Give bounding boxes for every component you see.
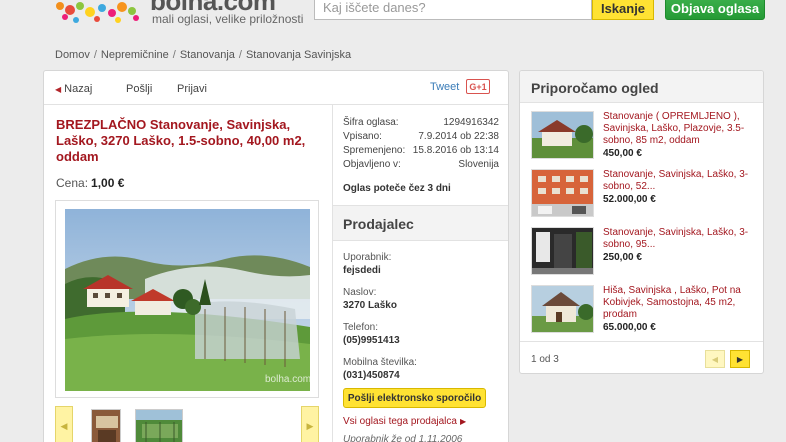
breadcrumb-separator: /: [238, 49, 242, 61]
logo-icon[interactable]: [52, 0, 142, 26]
recommended-thumbnail[interactable]: [531, 285, 594, 333]
price-value: 1,00 €: [91, 176, 125, 190]
thumbnail[interactable]: [91, 409, 121, 442]
post-ad-button[interactable]: Objava oglasa: [665, 0, 765, 20]
main-photo-frame: bolha.com: [55, 200, 319, 398]
pagination-prev-button[interactable]: ◀: [705, 350, 725, 368]
listing-main-column: BREZPLAČNO Stanovanje, Savinjska, Laško,…: [44, 105, 332, 442]
listing-title: BREZPLAČNO Stanovanje, Savinjska, Laško,…: [56, 117, 306, 164]
meta-label: Spremenjeno:: [343, 145, 406, 156]
recommended-item-text[interactable]: Stanovanje, Savinjska, Laško, 3-sobno, 5…: [603, 169, 753, 206]
recommended-header: Priporočamo ogled: [520, 71, 763, 103]
recommended-thumbnail[interactable]: [531, 169, 594, 217]
tweet-button[interactable]: Tweet: [430, 81, 459, 93]
recommended-item-price: 65.000,00 €: [603, 322, 656, 333]
listing-meta: Šifra oglasa: 1294916342 Vpisano: 7.9.2014…: [343, 116, 499, 172]
recommended-item-price: 450,00 €: [603, 148, 642, 159]
recommended-panel: Priporočamo ogled Stanovanje ( OPREMLJEN…: [519, 70, 764, 374]
logo-tagline: mali oglasi, velike priložnosti: [152, 12, 304, 26]
seller-address-label: Naslov:: [343, 287, 377, 298]
listing-price: Cena: 1,00 €: [56, 176, 124, 190]
recommended-item[interactable]: Stanovanje, Savinjska, Laško, 3-sobno, 9…: [531, 227, 761, 277]
listing-toolbar: ◀ Nazaj Pošlji Prijavi Tweet G+1: [44, 71, 508, 105]
breadcrumb-apartments-savinjska[interactable]: Stanovanja Savinjska: [246, 49, 351, 61]
meta-row-published: Objavljeno v: Slovenija: [343, 158, 499, 172]
breadcrumb: Domov / Nepremičnine / Stanovanja / Stanovanja…: [55, 49, 351, 61]
meta-value: 15.8.2016 ob 13:14: [412, 145, 499, 156]
member-since: Uporabnik že od 1.11.2006: [343, 434, 463, 442]
thumbnail[interactable]: [135, 409, 183, 442]
seller-info: Uporabnik: fejsdedi Naslov: 3270 Laško T…: [343, 251, 503, 391]
report-link[interactable]: Prijavi: [177, 83, 207, 95]
recommended-thumbnail[interactable]: [531, 111, 594, 159]
breadcrumb-apartments[interactable]: Stanovanja: [180, 49, 235, 61]
price-label: Cena:: [56, 176, 89, 190]
send-message-button[interactable]: Pošlji elektronsko sporočilo: [343, 388, 486, 408]
pagination-next-button[interactable]: ▶: [730, 350, 750, 368]
thumbnail-strip: ◀ ▶: [55, 406, 319, 442]
site-header: bolha.com mali oglasi, velike priložnost…: [0, 0, 786, 36]
meta-row-id: Šifra oglasa: 1294916342: [343, 116, 499, 130]
seller-phone-label: Telefon:: [343, 322, 379, 333]
recommended-item-price: 250,00 €: [603, 252, 642, 263]
recommended-item[interactable]: Hiša, Savinjska , Laško, Pot na Kobivjek…: [531, 285, 761, 335]
pagination-label: 1 od 3: [531, 354, 559, 365]
search-button[interactable]: Iskanje: [592, 0, 654, 20]
recommended-item-title: Stanovanje, Savinjska, Laško, 3-sobno, 5…: [603, 169, 749, 192]
meta-value: Slovenija: [458, 159, 499, 170]
arrow-right-icon: ▶: [459, 417, 467, 426]
seller-address-value: 3270 Laško: [343, 300, 397, 311]
meta-label: Šifra oglasa:: [343, 117, 399, 128]
thumb-prev-button[interactable]: ◀: [55, 406, 73, 442]
meta-row-created: Vpisano: 7.9.2014 ob 22:38: [343, 130, 499, 144]
breadcrumb-real-estate[interactable]: Nepremičnine: [101, 49, 169, 61]
send-link[interactable]: Pošlji: [126, 83, 152, 95]
listing-panel: ◀ Nazaj Pošlji Prijavi Tweet G+1 BREZPLAČ…: [43, 70, 509, 442]
seller-header: Prodajalec: [333, 205, 508, 241]
seller-mobile-value: (031)450874: [343, 370, 400, 381]
recommended-item-text[interactable]: Hiša, Savinjska , Laško, Pot na Kobivjek…: [603, 285, 753, 334]
recommended-title: Priporočamo ogled: [531, 80, 659, 96]
seller-user-value: fejsdedi: [343, 265, 381, 276]
meta-value: 7.9.2014 ob 22:38: [418, 131, 499, 142]
recommended-thumbnail[interactable]: [531, 227, 594, 275]
search-input[interactable]: [314, 0, 592, 20]
breadcrumb-separator: /: [172, 49, 176, 61]
all-ads-label: Vsi oglasi tega prodajalca: [343, 416, 457, 427]
breadcrumb-home[interactable]: Domov: [55, 49, 90, 61]
meta-label: Objavljeno v:: [343, 159, 401, 170]
recommended-item-title: Stanovanje, Savinjska, Laško, 3-sobno, 9…: [603, 227, 749, 250]
recommended-pagination: 1 od 3 ◀ ▶: [520, 341, 763, 373]
meta-value: 1294916342: [443, 117, 499, 128]
main-photo[interactable]: bolha.com: [65, 209, 310, 391]
recommended-item-title: Stanovanje ( OPREMLJENO ), Savinjska, La…: [603, 111, 745, 146]
meta-row-modified: Spremenjeno: 15.8.2016 ob 13:14: [343, 144, 499, 158]
recommended-item-price: 52.000,00 €: [603, 194, 656, 205]
recommended-item-title: Hiša, Savinjska , Laško, Pot na Kobivjek…: [603, 285, 741, 320]
seller-title: Prodajalec: [343, 216, 414, 232]
breadcrumb-separator: /: [93, 49, 97, 61]
expiry-notice: Oglas poteče čez 3 dni: [343, 183, 451, 194]
back-arrow-icon: ◀: [55, 85, 62, 94]
recommended-item[interactable]: Stanovanje ( OPREMLJENO ), Savinjska, La…: [531, 111, 761, 161]
seller-mobile-label: Mobilna številka:: [343, 357, 417, 368]
seller-user-label: Uporabnik:: [343, 252, 392, 263]
back-link[interactable]: ◀ Nazaj: [55, 83, 92, 95]
all-seller-ads-link[interactable]: Vsi oglasi tega prodajalca ▶: [343, 416, 466, 427]
seller-phone-value: (05)9951413: [343, 335, 400, 346]
recommended-item[interactable]: Stanovanje, Savinjska, Laško, 3-sobno, 5…: [531, 169, 761, 219]
photo-watermark: bolha.com: [265, 374, 310, 385]
listing-side-column: Šifra oglasa: 1294916342 Vpisano: 7.9.2014…: [332, 105, 508, 442]
recommended-item-text[interactable]: Stanovanje, Savinjska, Laško, 3-sobno, 9…: [603, 227, 753, 264]
thumb-next-button[interactable]: ▶: [301, 406, 319, 442]
recommended-item-text[interactable]: Stanovanje ( OPREMLJENO ), Savinjska, La…: [603, 111, 753, 160]
gplus-button[interactable]: G+1: [466, 79, 490, 94]
back-label: Nazaj: [64, 83, 93, 95]
meta-label: Vpisano:: [343, 131, 382, 142]
